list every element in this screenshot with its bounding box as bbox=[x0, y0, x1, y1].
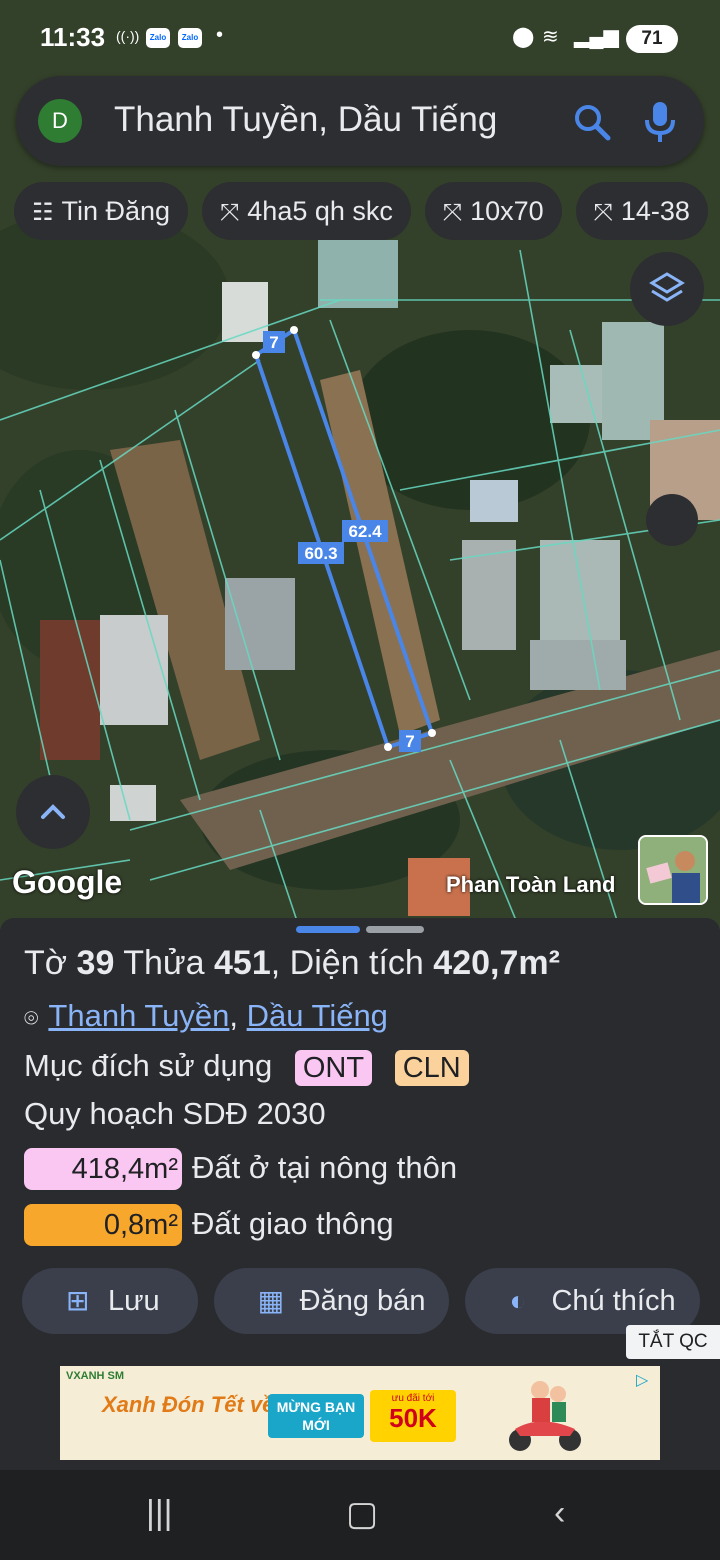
hotspot-icon: ((·)) bbox=[116, 28, 140, 44]
parcel-title: Tờ 39 Thửa 451, Diện tích 420,7m² bbox=[24, 944, 560, 982]
back-button[interactable]: ‹ bbox=[554, 1494, 565, 1533]
expand-up-button[interactable] bbox=[16, 775, 90, 849]
ad-discount-box: ưu đãi tới 50K bbox=[370, 1390, 456, 1442]
zalo-app-icon: Zalo bbox=[178, 28, 202, 48]
microphone-icon[interactable] bbox=[640, 100, 680, 144]
chip-label: 14-38 bbox=[620, 196, 690, 226]
listing-icon: ☷ bbox=[32, 199, 54, 226]
land-use-area: 0,8m² bbox=[24, 1204, 182, 1246]
filter-chips: ☷ Tin Đăng ⤧ 4ha5 qh skc ⤧ 10x70 ⤧ 14-38 bbox=[14, 182, 720, 240]
notification-dot-icon: • bbox=[216, 24, 224, 46]
home-button[interactable]: ▢ bbox=[346, 1494, 378, 1534]
land-use-label: Đất ở tại nông thôn bbox=[192, 1150, 458, 1185]
search-icon[interactable] bbox=[572, 102, 612, 142]
purpose-label: Mục đích sử dụng bbox=[24, 1048, 273, 1083]
calendar-icon: ▦ bbox=[257, 1285, 285, 1316]
ad-slogan: Xanh Đón Tết về bbox=[102, 1392, 275, 1417]
recent-apps-button[interactable]: ||| bbox=[146, 1494, 173, 1533]
parcel-number: 451 bbox=[214, 944, 271, 982]
parcel-side-top: 7 bbox=[269, 333, 278, 352]
chevron-up-icon bbox=[41, 804, 65, 819]
chip-label: 10x70 bbox=[470, 196, 544, 226]
map-view[interactable]: 7 60.3 62.4 7 11:33 ((·)) Zalo Zalo • ⬤ … bbox=[0, 0, 720, 930]
action-buttons: ⊞ Lưu ▦ Đăng bán ◐ Chú thích bbox=[22, 1268, 716, 1334]
search-bar[interactable]: D Thanh Tuyền, Dầu Tiếng bbox=[16, 76, 704, 166]
save-label: Lưu bbox=[108, 1285, 160, 1317]
ad-promo-box: MỪNG BẠN MỚI bbox=[268, 1394, 364, 1438]
save-icon: ⊞ bbox=[66, 1285, 90, 1316]
battery-indicator: 71 bbox=[626, 25, 678, 53]
account-avatar[interactable]: D bbox=[38, 99, 82, 143]
measure-icon: ⤧ bbox=[442, 199, 463, 226]
purpose-tag-cln: CLN bbox=[394, 1049, 469, 1086]
plan-title: Quy hoạch SDĐ 2030 bbox=[24, 1096, 326, 1131]
signal-icon: ▂▄▆ bbox=[574, 26, 619, 48]
land-use-row: 418,4m² Đất ở tại nông thôn bbox=[24, 1148, 457, 1190]
location-pin-icon: ⌾ bbox=[24, 1005, 39, 1032]
search-input[interactable]: Thanh Tuyền, Dầu Tiếng bbox=[114, 100, 497, 140]
save-button[interactable]: ⊞ Lưu bbox=[22, 1268, 198, 1334]
contrast-icon: ◐ bbox=[509, 1285, 527, 1316]
chip-measure-1[interactable]: ⤧ 4ha5 qh skc bbox=[202, 182, 411, 240]
parcel-side-bottom: 7 bbox=[405, 732, 414, 751]
chip-measure-2[interactable]: ⤧ 10x70 bbox=[424, 182, 562, 240]
parcel-side-right: 62.4 bbox=[348, 522, 382, 541]
parcel-side-left: 60.3 bbox=[304, 544, 337, 563]
chip-label: 4ha5 qh skc bbox=[247, 196, 393, 226]
attribution-avatar bbox=[638, 835, 708, 905]
sheet-handle[interactable] bbox=[366, 926, 424, 933]
measure-icon: ⤧ bbox=[593, 199, 613, 226]
legend-label: Chú thích bbox=[551, 1285, 676, 1317]
chip-measure-3[interactable]: ⤧ 14-38 bbox=[575, 182, 708, 240]
commune-link[interactable]: Thanh Tuyền bbox=[48, 998, 229, 1033]
google-logo: Google bbox=[12, 864, 123, 900]
land-use-row: 0,8m² Đất giao thông bbox=[24, 1204, 394, 1246]
sheet-number: 39 bbox=[76, 944, 115, 982]
parcel-location: ⌾ Thanh Tuyền, Dầu Tiếng bbox=[24, 998, 388, 1033]
status-bar: 11:33 ((·)) Zalo Zalo • ⬤ ≋ ▂▄▆ 71 bbox=[0, 0, 720, 70]
location-icon: ⬤ bbox=[512, 26, 535, 48]
attribution-text: Phan Toàn Land bbox=[446, 872, 616, 897]
scooter-illustration bbox=[509, 1381, 581, 1451]
purpose-tag-ont: ONT bbox=[294, 1049, 373, 1086]
zalo-app-icon: Zalo bbox=[146, 28, 170, 48]
chip-label: Tin Đăng bbox=[61, 196, 171, 226]
parcel-label: Thửa bbox=[123, 944, 205, 982]
post-sale-button[interactable]: ▦ Đăng bán bbox=[213, 1268, 450, 1334]
layers-icon bbox=[649, 272, 685, 302]
ad-banner[interactable]: VXANH SM Xanh Đón Tết về MỪNG BẠN MỚI ưu… bbox=[60, 1366, 660, 1460]
layers-button[interactable] bbox=[630, 252, 704, 326]
area-label: Diện tích bbox=[289, 944, 424, 982]
ad-brand: VXANH SM bbox=[66, 1370, 125, 1382]
area-value: 420,7m² bbox=[433, 944, 560, 982]
system-nav-bar: ||| ▢ ‹ bbox=[0, 1470, 720, 1560]
sheet-handle-active[interactable] bbox=[296, 926, 360, 933]
land-use-area: 418,4m² bbox=[24, 1148, 182, 1190]
ad-info-icon[interactable]: ▷ bbox=[636, 1370, 654, 1389]
ad-discount-value: 50K bbox=[389, 1403, 437, 1433]
ad-close-button[interactable]: TẮT QC bbox=[626, 1325, 720, 1359]
status-time: 11:33 bbox=[40, 22, 106, 52]
chip-tin-dang[interactable]: ☷ Tin Đăng bbox=[14, 182, 189, 240]
map-control-button[interactable] bbox=[646, 494, 698, 546]
land-use-label: Đất giao thông bbox=[192, 1206, 394, 1241]
post-sale-label: Đăng bán bbox=[299, 1285, 426, 1317]
measure-icon: ⤧ bbox=[220, 199, 240, 226]
land-purpose: Mục đích sử dụng ONT CLN bbox=[24, 1048, 469, 1086]
district-link[interactable]: Dầu Tiếng bbox=[247, 998, 388, 1033]
wifi-icon: ≋ bbox=[542, 26, 559, 48]
sheet-label: Tờ bbox=[24, 944, 68, 982]
